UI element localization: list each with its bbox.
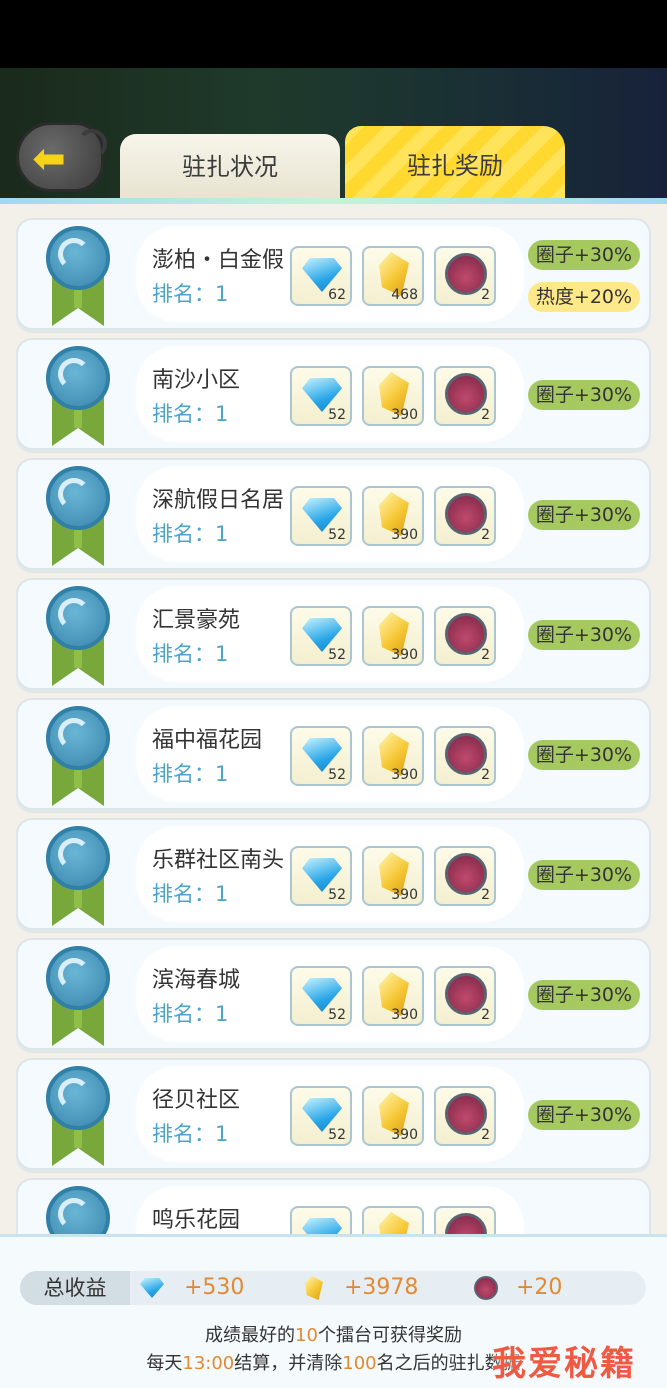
gold-reward: 390 <box>362 606 424 666</box>
list-item: 深航假日名居 排名：1 52 390 2 圈子+30% <box>16 458 651 570</box>
pet-reward: 2 <box>434 966 496 1026</box>
gem-reward: 52 <box>290 366 352 426</box>
circle-bonus-badge: 圈子+30% <box>528 500 640 530</box>
medal-icon <box>46 226 110 326</box>
circle-bonus-badge: 圈子+30% <box>528 740 640 770</box>
gold-crystal-icon <box>302 1276 326 1300</box>
rank-text: 排名：1 <box>152 282 229 306</box>
gem-reward: 62 <box>290 246 352 306</box>
gem-reward: 52 <box>290 846 352 906</box>
pet-reward <box>434 1206 496 1234</box>
gold-reward: 390 <box>362 1086 424 1146</box>
gold-reward <box>362 1206 424 1234</box>
location-name: 滨海春城 <box>152 968 241 993</box>
location-name: 深航假日名居 <box>152 488 285 513</box>
rank-text: 排名：1 <box>152 882 229 906</box>
rank-text: 排名：1 <box>152 402 229 426</box>
circle-bonus-badge: 圈子+30% <box>528 240 640 270</box>
tab-station-reward[interactable]: 驻扎奖励 <box>345 126 565 200</box>
medal-icon <box>46 826 110 926</box>
medal-icon <box>46 946 110 1046</box>
location-name: 汇景豪苑 <box>152 608 241 633</box>
list-item: 南沙小区 排名：1 52 390 2 圈子+30% <box>16 338 651 450</box>
pet-total: +20 <box>516 1275 563 1300</box>
pet-reward: 2 <box>434 486 496 546</box>
rank-text: 排名：1 <box>152 1122 229 1146</box>
circle-bonus-badge: 圈子+30% <box>528 620 640 650</box>
gold-reward: 468 <box>362 246 424 306</box>
medal-icon <box>46 466 110 566</box>
back-arrow-icon: ⬅ <box>32 136 66 182</box>
pet-reward: 2 <box>434 366 496 426</box>
gold-crystal-icon <box>379 1212 409 1234</box>
pet-reward: 2 <box>434 1086 496 1146</box>
watermark-logo: 我爱秘籍 <box>492 1344 636 1384</box>
reward-list[interactable]: 澎柏・白金假 排名：1 62 468 2 圈子+30% 热度+20% 南沙小区 … <box>0 204 667 1234</box>
location-name: 鸣乐花园 <box>152 1208 241 1233</box>
list-item: 澎柏・白金假 排名：1 62 468 2 圈子+30% 热度+20% <box>16 218 651 330</box>
diamond-icon <box>302 1218 342 1234</box>
location-name: 澎柏・白金假 <box>152 248 285 273</box>
list-item: 汇景豪苑 排名：1 52 390 2 圈子+30% <box>16 578 651 690</box>
tab-station-status[interactable]: 驻扎状况 <box>120 134 340 200</box>
pet-reward: 2 <box>434 606 496 666</box>
gem-total: +530 <box>184 1275 245 1300</box>
pet-orb-icon <box>445 1213 487 1234</box>
rank-text: 排名：1 <box>152 642 229 666</box>
circle-bonus-badge: 圈子+30% <box>528 980 640 1010</box>
gem-reward: 52 <box>290 1086 352 1146</box>
location-name: 乐群社区南头 <box>152 848 285 873</box>
gem-reward: 52 <box>290 726 352 786</box>
rank-text: 排名：1 <box>152 762 229 786</box>
gold-reward: 390 <box>362 966 424 1026</box>
medal-icon <box>46 1066 110 1166</box>
medal-icon <box>46 1186 110 1234</box>
location-name: 南沙小区 <box>152 368 241 393</box>
medal-icon <box>46 346 110 446</box>
gold-reward: 390 <box>362 846 424 906</box>
circle-bonus-badge: 圈子+30% <box>528 380 640 410</box>
heat-bonus-badge: 热度+20% <box>528 282 640 312</box>
gem-reward: 52 <box>290 966 352 1026</box>
diamond-icon <box>140 1276 164 1300</box>
circle-bonus-badge: 圈子+30% <box>528 860 640 890</box>
total-earnings-bar: 总收益 +530 +3978 +20 <box>20 1271 646 1305</box>
location-name: 径贝社区 <box>152 1088 241 1113</box>
list-item: 滨海春城 排名：1 52 390 2 圈子+30% <box>16 938 651 1050</box>
circle-bonus-badge: 圈子+30% <box>528 1100 640 1130</box>
gem-reward: 52 <box>290 486 352 546</box>
location-name: 福中福花园 <box>152 728 263 753</box>
rank-text: 排名：1 <box>152 1002 229 1026</box>
list-item: 乐群社区南头 排名：1 52 390 2 圈子+30% <box>16 818 651 930</box>
pet-reward: 2 <box>434 846 496 906</box>
gold-reward: 390 <box>362 486 424 546</box>
medal-icon <box>46 706 110 806</box>
gold-reward: 390 <box>362 726 424 786</box>
gold-total: +3978 <box>344 1275 419 1300</box>
gem-reward <box>290 1206 352 1234</box>
medal-icon <box>46 586 110 686</box>
status-bar <box>0 0 667 68</box>
list-item: 鸣乐花园 <box>16 1178 651 1234</box>
pet-orb-icon <box>474 1276 498 1300</box>
back-button[interactable]: ⬅ <box>16 122 107 192</box>
rank-text: 排名：1 <box>152 522 229 546</box>
list-item: 福中福花园 排名：1 52 390 2 圈子+30% <box>16 698 651 810</box>
pet-reward: 2 <box>434 726 496 786</box>
gold-reward: 390 <box>362 366 424 426</box>
gem-reward: 52 <box>290 606 352 666</box>
list-item: 径贝社区 排名：1 52 390 2 圈子+30% <box>16 1058 651 1170</box>
pet-reward: 2 <box>434 246 496 306</box>
total-earnings-label: 总收益 <box>20 1271 130 1305</box>
